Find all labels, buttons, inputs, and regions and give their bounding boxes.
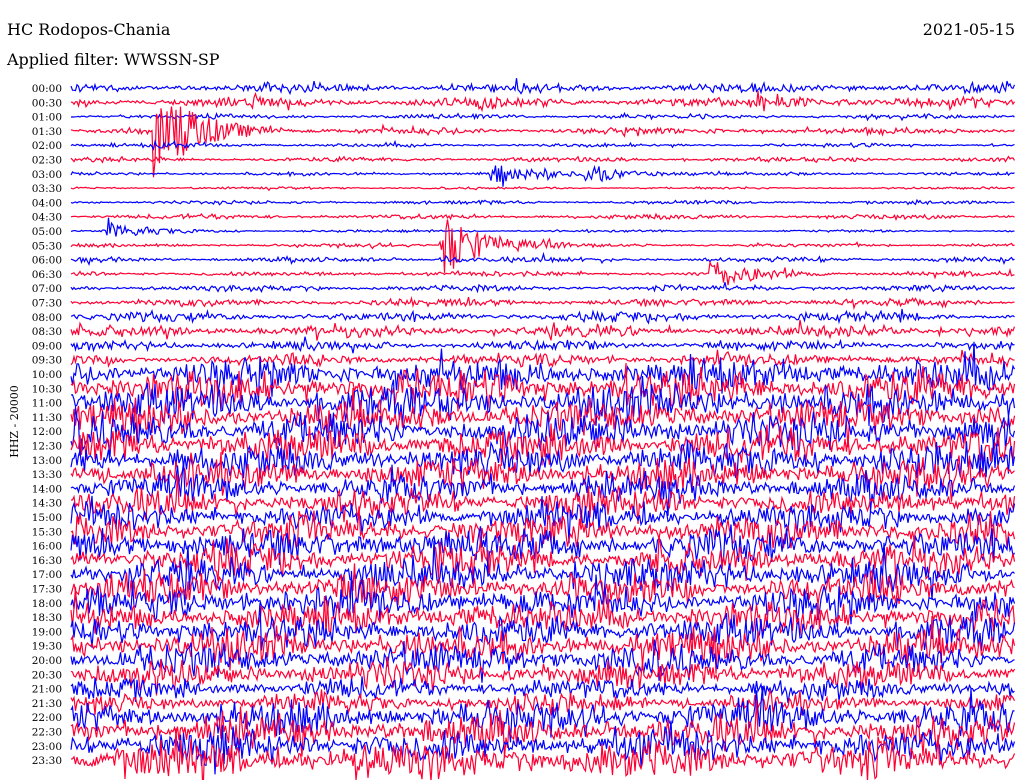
time-label: 22:30: [32, 727, 62, 739]
time-label: 11:00: [32, 398, 62, 410]
time-label: 18:30: [32, 612, 62, 624]
trace-row-0800: [70, 308, 1015, 325]
time-label: 03:00: [32, 169, 62, 181]
time-label: 14:00: [32, 483, 62, 495]
trace-row-0830: [70, 319, 1016, 341]
time-label: 21:00: [32, 684, 62, 696]
time-label: 13:30: [32, 469, 62, 481]
time-label: 20:00: [32, 655, 62, 667]
time-label: 07:30: [32, 298, 62, 310]
time-label: 10:00: [32, 369, 62, 381]
trace-row-0100: [70, 111, 1015, 122]
time-label: 04:30: [32, 212, 62, 224]
time-label: 19:30: [32, 641, 62, 653]
time-label: 04:00: [32, 197, 62, 209]
trace-row-0700: [70, 282, 1015, 294]
time-label: 23:00: [32, 741, 62, 753]
helicorder-page: HC Rodopos-Chania 2021-05-15 Applied fil…: [0, 0, 1024, 780]
trace-row-0630: [70, 260, 1015, 286]
trace-row-0900: [70, 336, 1015, 354]
time-label: 02:00: [32, 140, 62, 152]
trace-row-0200: [70, 139, 1015, 151]
time-label: 03:30: [32, 183, 62, 195]
time-label: 00:30: [32, 97, 62, 109]
time-label: 18:00: [32, 598, 62, 610]
trace-row-0930: [70, 349, 1015, 368]
time-label: 01:30: [32, 126, 62, 138]
time-label: 09:30: [32, 355, 62, 367]
time-label: 19:00: [32, 626, 62, 638]
time-label: 08:30: [32, 326, 62, 338]
trace-row-2330: [70, 728, 1016, 780]
time-label: 23:30: [32, 755, 62, 767]
trace-row-0330: [70, 186, 1015, 192]
time-label: 15:30: [32, 526, 62, 538]
time-label: 14:30: [32, 498, 62, 510]
time-label: 17:30: [32, 584, 62, 596]
time-label: 07:00: [32, 283, 62, 295]
trace-row-0500: [70, 217, 1015, 237]
time-label: 06:00: [32, 255, 62, 267]
time-label: 05:00: [32, 226, 62, 238]
time-label: 13:00: [32, 455, 62, 467]
time-label: 01:00: [32, 112, 62, 124]
trace-row-0730: [70, 295, 1015, 311]
trace-row-1900: [70, 602, 1016, 652]
time-label: 09:00: [32, 340, 62, 352]
trace-row-0400: [70, 198, 1015, 206]
time-label: 16:30: [32, 555, 62, 567]
trace-row-0300: [70, 164, 1015, 187]
time-label: 05:30: [32, 240, 62, 252]
time-label: 00:00: [32, 83, 62, 95]
helicorder-plot: 00:00 00:30 01:00 01:30 02:00 02:30 03:00 03:30…: [32, 78, 1016, 780]
time-label: 22:00: [32, 712, 62, 724]
trace-row-0600: [70, 251, 1015, 266]
time-label: 20:30: [32, 669, 62, 681]
time-label: 11:30: [32, 412, 62, 424]
trace-row-0430: [70, 212, 1015, 222]
time-label: 12:30: [32, 441, 62, 453]
trace-row-0000: [70, 78, 1016, 96]
time-label: 10:30: [32, 383, 62, 395]
trace-row-0230: [70, 155, 1016, 164]
time-label: 08:00: [32, 312, 62, 324]
time-label: 17:00: [32, 569, 62, 581]
trace-row-0030: [70, 91, 1016, 113]
time-label: 02:30: [32, 155, 62, 167]
time-label: 21:30: [32, 698, 62, 710]
time-label: 12:00: [32, 426, 62, 438]
time-label: 16:00: [32, 541, 62, 553]
time-label: 15:00: [32, 512, 62, 524]
trace-row-0530: [70, 219, 1015, 273]
time-label: 06:30: [32, 269, 62, 281]
